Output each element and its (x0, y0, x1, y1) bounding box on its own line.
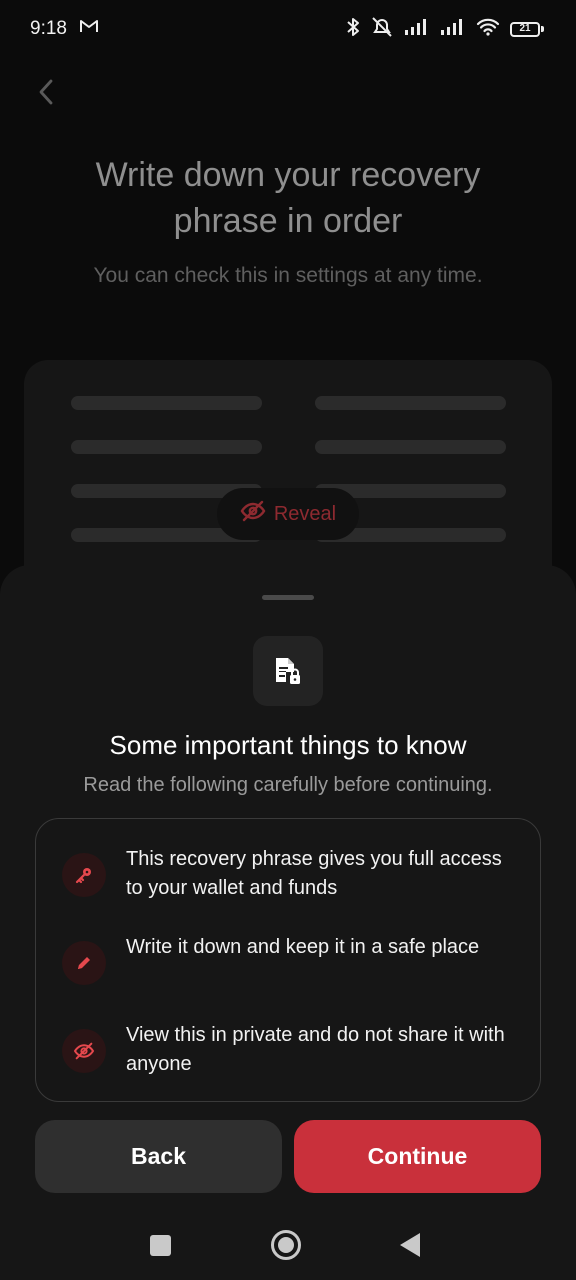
recents-icon[interactable] (150, 1235, 171, 1256)
reveal-label: Reveal (273, 502, 337, 525)
sheet-subtitle: Read the following carefully before cont… (83, 774, 493, 796)
document-lock-icon (253, 636, 323, 706)
signal-icon (440, 18, 466, 41)
info-text: This recovery phrase gives you full acce… (126, 848, 502, 899)
sheet-title: Some important things to know (109, 730, 467, 760)
phrase-placeholder (71, 440, 262, 454)
eye-off-icon (62, 1029, 106, 1073)
bottom-sheet: Some important things to know Read the f… (0, 565, 576, 1280)
home-icon[interactable] (271, 1230, 301, 1260)
pencil-icon (62, 941, 106, 985)
phrase-placeholder (71, 396, 262, 410)
page-title: Write down your recovery phrase in order (95, 156, 481, 240)
back-arrow-icon[interactable] (28, 72, 64, 112)
nav-back-icon[interactable] (400, 1233, 420, 1257)
reveal-button[interactable]: Reveal (217, 488, 359, 540)
battery-icon: 21 (510, 21, 544, 37)
battery-level: 21 (510, 21, 540, 37)
phrase-placeholder (315, 440, 506, 454)
drag-handle[interactable] (262, 595, 314, 600)
status-bar: 9:18 21 (0, 0, 576, 58)
status-time: 9:18 (30, 18, 67, 39)
mute-icon (370, 16, 394, 43)
back-button[interactable]: Back (35, 1120, 282, 1193)
continue-button[interactable]: Continue (294, 1120, 541, 1193)
eye-off-icon (240, 500, 266, 528)
status-right: 21 (346, 16, 544, 43)
phrase-placeholder (315, 396, 506, 410)
info-list: This recovery phrase gives you full acce… (35, 818, 541, 1102)
info-text: View this in private and do not share it… (126, 1024, 505, 1075)
list-item: Write it down and keep it in a safe plac… (62, 933, 522, 985)
page-subtitle: You can check this in settings at any ti… (93, 264, 483, 287)
list-item: This recovery phrase gives you full acce… (62, 845, 522, 903)
bluetooth-icon (346, 16, 360, 43)
system-nav-bar (0, 1210, 576, 1280)
info-text: Write it down and keep it in a safe plac… (126, 936, 480, 958)
list-item: View this in private and do not share it… (62, 1021, 522, 1079)
gmail-icon (79, 18, 99, 40)
wifi-icon (476, 18, 500, 41)
status-left: 9:18 (30, 18, 99, 40)
signal-icon (404, 18, 430, 41)
key-icon (62, 853, 106, 897)
